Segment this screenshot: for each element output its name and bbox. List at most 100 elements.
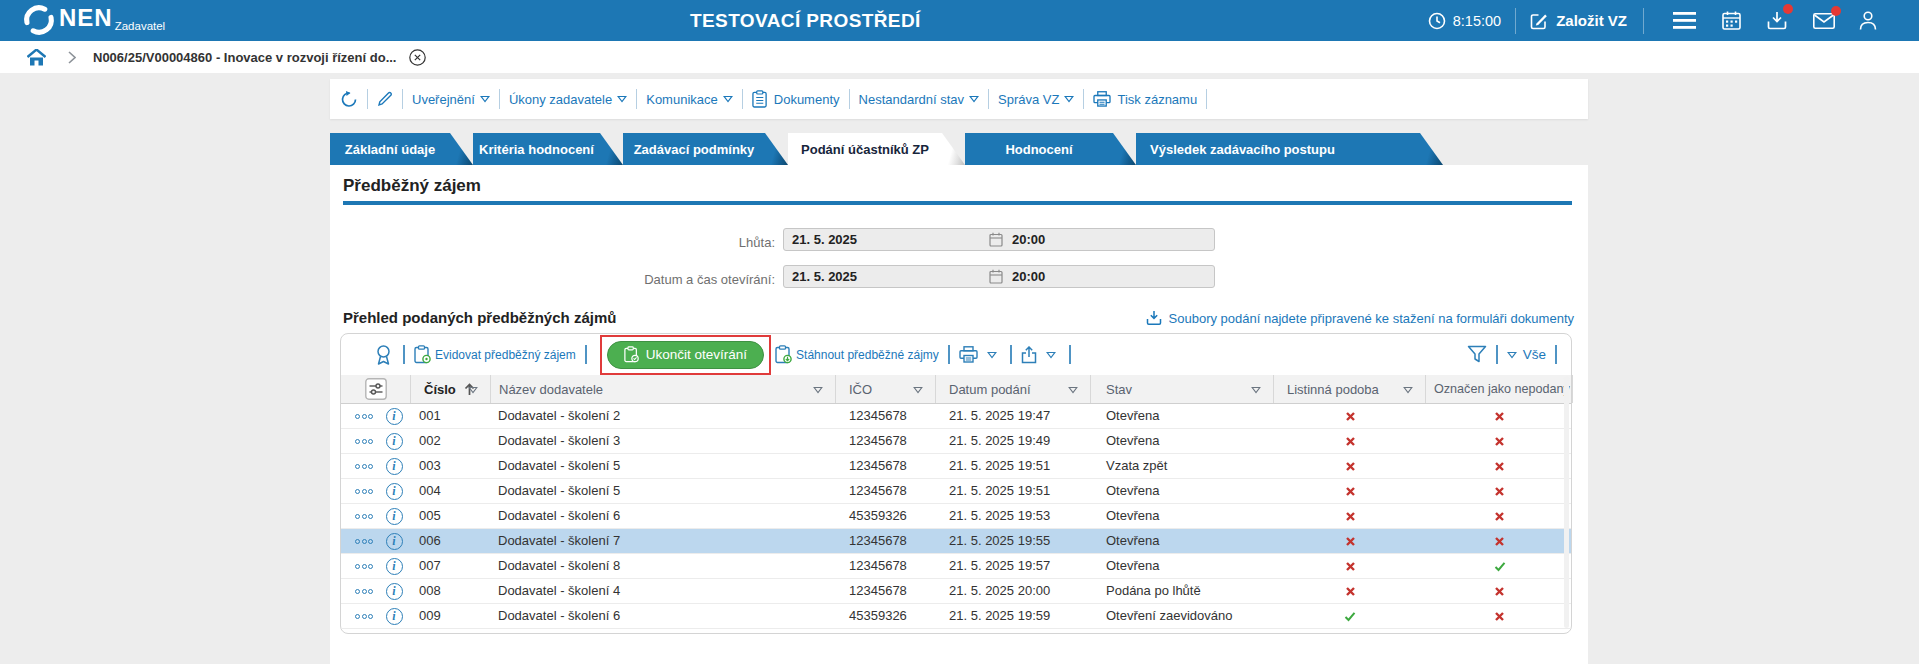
sort-caret-icon[interactable] — [913, 386, 923, 394]
cross-icon — [1494, 586, 1505, 597]
medal-icon[interactable] — [373, 344, 394, 366]
cell-nazev: Dodavatel - školení 6 — [491, 504, 836, 528]
sort-caret-icon[interactable] — [1068, 386, 1078, 394]
cross-icon — [1345, 486, 1356, 497]
header-col-5[interactable]: Listinná podoba — [1274, 375, 1426, 403]
tab-3[interactable]: Podání účastníků ZP — [788, 133, 942, 165]
cell-cislo: 008 — [411, 579, 491, 603]
tab-1[interactable]: Kritéria hodnocení — [473, 133, 600, 165]
table-row-007[interactable]: i007Dodavatel - školení 81234567821. 5. … — [341, 554, 1571, 579]
sort-caret-icon[interactable] — [468, 386, 478, 394]
sort-caret-icon[interactable] — [1403, 386, 1413, 394]
otevirani-date-value: 21. 5. 2025 — [792, 266, 857, 287]
close-tab-icon[interactable] — [409, 49, 426, 66]
scrollbar[interactable] — [1564, 376, 1569, 628]
row-menu-icon[interactable] — [355, 489, 375, 494]
table-row-003[interactable]: i003Dodavatel - školení 51234567821. 5. … — [341, 454, 1571, 479]
menu-item-6[interactable]: Tisk záznamu — [1093, 91, 1197, 107]
row-menu-icon[interactable] — [355, 514, 375, 519]
header-col-6[interactable]: Označen jako nepodaný — [1426, 375, 1573, 403]
table-row-009[interactable]: i009Dodavatel - školení 64535932621. 5. … — [341, 604, 1571, 629]
menu-item-0[interactable]: Uveřejnění — [412, 92, 490, 107]
column-settings-icon[interactable] — [365, 378, 387, 400]
cell-datum: 21. 5. 2025 19:51 — [936, 454, 1091, 478]
header-col-0[interactable]: Číslo — [411, 375, 491, 403]
info-icon[interactable]: i — [386, 433, 403, 450]
cell-nepodany — [1426, 429, 1573, 453]
cross-icon — [1345, 436, 1356, 447]
export-button[interactable] — [1021, 346, 1060, 364]
info-icon[interactable]: i — [386, 508, 403, 525]
table-row-006[interactable]: i006Dodavatel - školení 71234567821. 5. … — [341, 529, 1571, 554]
stahnout-button[interactable]: Stáhnout předběžné zájmy — [775, 345, 939, 364]
row-menu-icon[interactable] — [355, 414, 375, 419]
row-menu-icon[interactable] — [355, 464, 375, 469]
printer-icon — [959, 346, 978, 363]
tab-4[interactable]: Hodnocení — [965, 133, 1113, 165]
row-menu-icon[interactable] — [355, 614, 375, 619]
caret-down-icon — [987, 351, 997, 359]
menu-item-5[interactable]: Správa VZ — [998, 92, 1074, 107]
download-note-link[interactable]: Soubory podání najdete připravené ke sta… — [1146, 310, 1574, 326]
table-row-008[interactable]: i008Dodavatel - školení 41234567821. 5. … — [341, 579, 1571, 604]
cell-nazev: Dodavatel - školení 3 — [491, 429, 836, 453]
caret-down-icon[interactable] — [1507, 351, 1517, 359]
nen-logo[interactable]: NEN Zadavatel — [22, 3, 165, 37]
menu-item-4[interactable]: Nestandardní stav — [859, 92, 980, 107]
sort-caret-icon[interactable] — [1251, 386, 1261, 394]
row-menu-icon[interactable] — [355, 439, 375, 444]
refresh-icon[interactable] — [341, 91, 358, 108]
info-icon[interactable]: i — [386, 483, 403, 500]
menu-item-3[interactable]: Dokumenty — [752, 90, 840, 108]
info-icon[interactable]: i — [386, 558, 403, 575]
calendar-icon[interactable] — [1722, 11, 1741, 30]
cell-datum: 21. 5. 2025 19:49 — [936, 429, 1091, 453]
cross-icon — [1494, 511, 1505, 522]
user-icon[interactable] — [1859, 11, 1877, 30]
session-time: 8:15:00 — [1453, 13, 1501, 29]
table-row-005[interactable]: i005Dodavatel - školení 64535932621. 5. … — [341, 504, 1571, 529]
info-icon[interactable]: i — [386, 608, 403, 625]
tab-2[interactable]: Zadávací podmínky — [623, 133, 765, 165]
tab-5[interactable]: Výsledek zadávacího postupu — [1136, 133, 1420, 165]
header-col-2[interactable]: IČO — [836, 375, 936, 403]
table-row-001[interactable]: i001Dodavatel - školení 21234567821. 5. … — [341, 404, 1571, 429]
header-col-3[interactable]: Datum podání — [936, 375, 1091, 403]
print-table-button[interactable] — [959, 346, 1001, 363]
filter-vse-label[interactable]: Vše — [1523, 347, 1546, 362]
table-row-004[interactable]: i004Dodavatel - školení 51234567821. 5. … — [341, 479, 1571, 504]
create-vz-button[interactable]: Založit VZ — [1530, 12, 1627, 30]
filter-icon[interactable] — [1467, 345, 1487, 365]
cell-nepodany — [1426, 579, 1573, 603]
home-icon[interactable] — [27, 49, 46, 66]
header-col-4[interactable]: Stav — [1091, 375, 1274, 403]
header-col-1[interactable]: Název dodavatele — [491, 375, 836, 403]
cell-cislo: 009 — [411, 604, 491, 628]
divider — [402, 89, 403, 109]
table-row-002[interactable]: i002Dodavatel - školení 31234567821. 5. … — [341, 429, 1571, 454]
info-icon[interactable]: i — [386, 458, 403, 475]
messages-button[interactable] — [1813, 13, 1835, 29]
tab-0[interactable]: Základní údaje — [330, 133, 450, 165]
ukoncit-oteviranf-button[interactable]: Ukončit otevírání — [607, 341, 764, 369]
otevirani-field[interactable]: 21. 5. 2025 20:00 — [783, 265, 1215, 288]
record-tabs: Základní údaje Kritéria hodnocení Zadávací… — [330, 133, 1443, 165]
downloads-button[interactable] — [1767, 11, 1787, 30]
menu-icon[interactable] — [1673, 12, 1696, 29]
info-icon[interactable]: i — [386, 408, 403, 425]
cell-ico: 12345678 — [836, 579, 936, 603]
menu-item-1[interactable]: Úkony zadavatele — [509, 92, 627, 107]
menu-item-2[interactable]: Komunikace — [646, 92, 733, 107]
evidovat-button[interactable]: Evidovat předběžný zájem — [414, 345, 576, 364]
notification-badge — [1783, 4, 1793, 14]
row-menu-icon[interactable] — [355, 539, 375, 544]
sort-caret-icon[interactable] — [813, 386, 823, 394]
pencil-icon[interactable] — [377, 91, 393, 107]
row-menu-icon[interactable] — [355, 589, 375, 594]
info-icon[interactable]: i — [386, 533, 403, 550]
lhuta-field[interactable]: 21. 5. 2025 20:00 — [783, 228, 1215, 251]
info-icon[interactable]: i — [386, 583, 403, 600]
cross-icon — [1494, 486, 1505, 497]
row-menu-icon[interactable] — [355, 564, 375, 569]
breadcrumb-title[interactable]: N006/25/V00004860 - Inovace v rozvoji ří… — [93, 50, 396, 65]
